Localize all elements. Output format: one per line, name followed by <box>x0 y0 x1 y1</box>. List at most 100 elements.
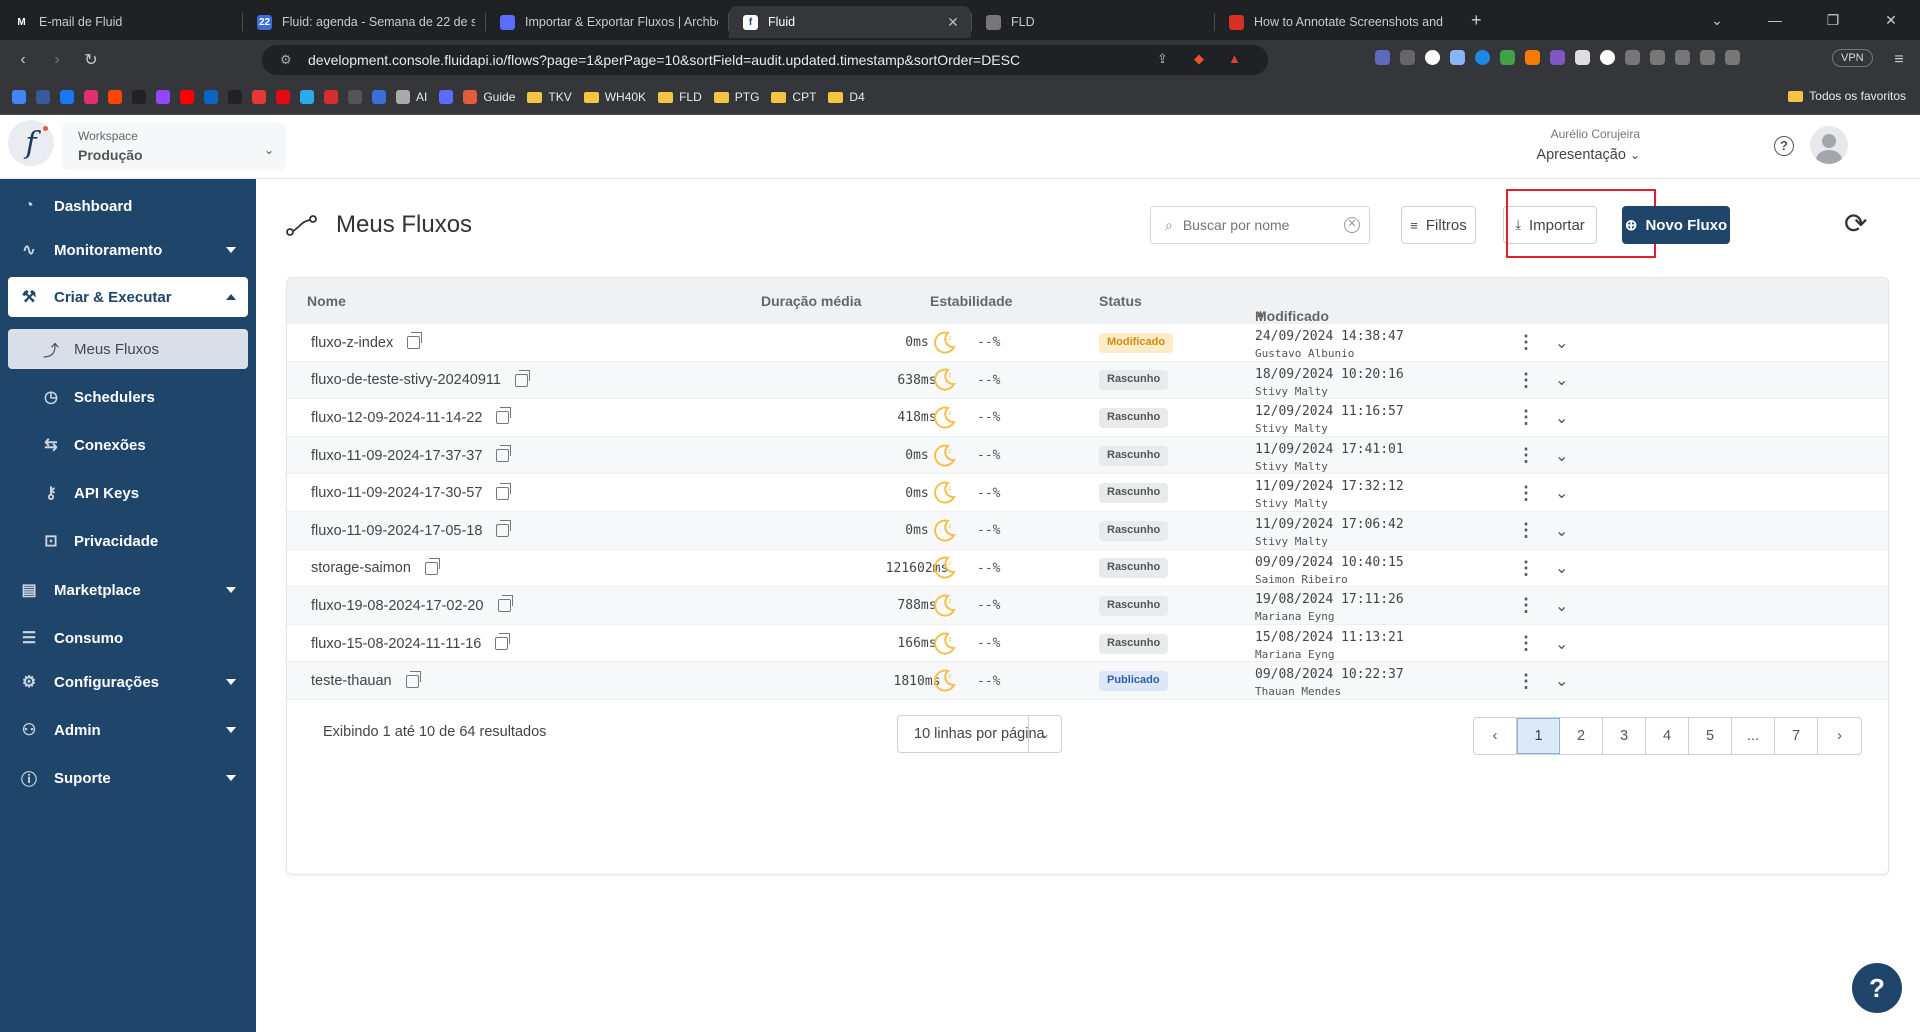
browser-tab[interactable]: How to Annotate Screenshots and I <box>1215 6 1457 38</box>
table-row[interactable]: teste-thauan 1810ms z --% Publicado 09/08/202… <box>287 662 1888 700</box>
table-row[interactable]: fluxo-11-09-2024-17-30-57 0ms z --% Rascunho… <box>287 474 1888 512</box>
table-row[interactable]: fluxo-de-teste-stivy-20240911 638ms z --% Ra… <box>287 361 1888 400</box>
bookmark-folder[interactable]: WH40K <box>583 90 646 104</box>
rows-per-page-select[interactable]: 10 linhas por página ⌄ <box>897 715 1062 753</box>
bookmark-item[interactable] <box>108 90 122 104</box>
more-options-icon[interactable]: ⋮ <box>1517 662 1535 700</box>
forward-icon[interactable]: › <box>46 51 68 69</box>
column-header-stability[interactable]: Estabilidade <box>930 293 1012 309</box>
all-bookmarks[interactable]: Todos os favoritos <box>1788 89 1906 103</box>
copy-icon[interactable] <box>496 482 512 500</box>
extension-icon[interactable] <box>1450 50 1465 65</box>
column-header-duration[interactable]: Duração média <box>761 293 861 309</box>
filters-button[interactable]: ≡ Filtros <box>1401 206 1476 244</box>
share-icon[interactable]: ⇪ <box>1157 51 1168 67</box>
bookmark-item[interactable] <box>252 90 266 104</box>
page-button[interactable]: 4 <box>1646 718 1689 754</box>
bookmark-item[interactable] <box>324 90 338 104</box>
copy-icon[interactable] <box>496 445 512 463</box>
bookmark-item[interactable] <box>36 90 50 104</box>
bookmark-item[interactable] <box>132 90 146 104</box>
table-row[interactable]: fluxo-15-08-2024-11-11-16 166ms z --% Rascun… <box>287 624 1888 663</box>
flow-name-link[interactable]: fluxo-19-08-2024-17-02-20 <box>311 598 484 614</box>
flow-name-link[interactable]: fluxo-11-09-2024-17-30-57 <box>311 485 482 501</box>
chevron-down-icon[interactable]: ⌄ <box>1555 512 1568 550</box>
user-menu[interactable]: Aurélio Corujeira Apresentação ⌄ <box>1536 127 1640 163</box>
sidebar-item-schedulers[interactable]: ◷ Schedulers <box>8 377 248 417</box>
wallet-icon[interactable] <box>1700 50 1715 65</box>
search-input[interactable]: ⌕ ✕ <box>1150 206 1370 244</box>
brave-shield-icon[interactable]: ◆ <box>1194 51 1204 67</box>
table-row[interactable]: fluxo-z-index 0ms z --% Modificado 24/09/2024… <box>287 324 1888 362</box>
chevron-down-icon[interactable]: ⌄ <box>1555 587 1568 625</box>
site-info-icon[interactable]: ⚙ <box>280 52 292 68</box>
new-flow-button[interactable]: ⊕ Novo Fluxo <box>1622 206 1730 244</box>
bookmark-folder[interactable]: D4 <box>828 90 865 104</box>
chevron-down-icon[interactable]: ⌄ <box>1555 625 1568 663</box>
flow-name-link[interactable]: fluxo-11-09-2024-17-37-37 <box>311 448 482 464</box>
bookmark-folder[interactable]: CPT <box>771 90 816 104</box>
copy-icon[interactable] <box>424 557 440 575</box>
extension-icon[interactable] <box>1550 50 1565 65</box>
browser-tab[interactable]: M E-mail de Fluid <box>0 6 242 38</box>
tab-search-icon[interactable]: ⌄ <box>1688 12 1746 29</box>
more-options-icon[interactable]: ⋮ <box>1517 625 1535 663</box>
more-options-icon[interactable]: ⋮ <box>1517 324 1535 362</box>
flow-name-link[interactable]: storage-saimon <box>311 560 411 576</box>
reload-icon[interactable]: ↻ <box>80 50 102 70</box>
table-row[interactable]: fluxo-11-09-2024-17-05-18 0ms z --% Rascunho… <box>287 512 1888 550</box>
more-options-icon[interactable]: ⋮ <box>1517 512 1535 550</box>
bookmark-item[interactable] <box>348 90 362 104</box>
copy-icon[interactable] <box>407 332 423 350</box>
more-options-icon[interactable]: ⋮ <box>1517 399 1535 437</box>
bookmark-item[interactable] <box>60 90 74 104</box>
flow-name-link[interactable]: teste-thauan <box>311 673 392 689</box>
restore-icon[interactable]: ❐ <box>1804 12 1862 29</box>
browser-tab[interactable]: FLD <box>972 6 1214 38</box>
leo-ai-icon[interactable] <box>1725 50 1740 65</box>
column-header-status[interactable]: Status <box>1099 293 1142 309</box>
chevron-down-icon[interactable]: ⌄ <box>1555 362 1568 400</box>
extensions-puzzle-icon[interactable] <box>1625 50 1640 65</box>
table-row[interactable]: fluxo-11-09-2024-17-37-37 0ms z --% Rascunho… <box>287 436 1888 475</box>
bookmark-item[interactable] <box>300 90 314 104</box>
table-row[interactable]: fluxo-19-08-2024-17-02-20 788ms z --% Rascun… <box>287 587 1888 625</box>
bookmark-item[interactable] <box>204 90 218 104</box>
copy-icon[interactable] <box>405 670 421 688</box>
copy-icon[interactable] <box>497 595 513 613</box>
bookmark-folder[interactable]: PTG <box>713 90 759 104</box>
flow-name-link[interactable]: fluxo-z-index <box>311 335 393 351</box>
flow-name-link[interactable]: fluxo-11-09-2024-17-05-18 <box>311 523 482 539</box>
fluid-logo[interactable]: f <box>8 120 54 166</box>
chevron-down-icon[interactable]: ⌄ <box>1555 550 1568 588</box>
refresh-icon[interactable]: ⟳ <box>1844 207 1867 240</box>
brave-rewards-icon[interactable]: ▲ <box>1228 51 1241 66</box>
browser-tab[interactable]: Importar & Exportar Fluxos | Archbe <box>486 6 728 38</box>
extension-icon[interactable] <box>1425 50 1440 65</box>
more-options-icon[interactable]: ⋮ <box>1517 437 1535 475</box>
workspace-selector[interactable]: Workspace Produção ⌄ <box>62 123 286 170</box>
help-icon[interactable]: ? <box>1774 136 1794 156</box>
avatar[interactable] <box>1810 126 1848 164</box>
back-icon[interactable]: ‹ <box>12 51 34 69</box>
column-header-name[interactable]: Nome <box>307 293 346 309</box>
extension-icon[interactable] <box>1475 50 1490 65</box>
extension-icon[interactable] <box>1600 50 1615 65</box>
copy-icon[interactable] <box>495 633 511 651</box>
bookmark-item[interactable] <box>156 90 170 104</box>
sidebar-item-meus-fluxos[interactable]: ⤴ Meus Fluxos <box>8 329 248 369</box>
browser-menu-icon[interactable]: ≡ <box>1888 51 1910 69</box>
help-chat-button[interactable]: ? <box>1852 963 1902 1013</box>
more-options-icon[interactable]: ⋮ <box>1517 587 1535 625</box>
downloads-icon[interactable] <box>1650 50 1665 65</box>
browser-tab[interactable]: 22 Fluid: agenda - Semana de 22 de se <box>243 6 485 38</box>
page-button[interactable]: 2 <box>1560 718 1603 754</box>
copy-icon[interactable] <box>514 369 530 387</box>
bookmark-item[interactable]: AI <box>396 90 427 104</box>
flow-name-link[interactable]: fluxo-de-teste-stivy-20240911 <box>311 372 501 388</box>
extension-icon[interactable] <box>1500 50 1515 65</box>
browser-tab[interactable]: f Fluid ✕ <box>729 6 971 38</box>
page-button[interactable]: 7 <box>1775 718 1818 754</box>
sidebar-item-conexoes[interactable]: ⇆ Conexões <box>8 425 248 465</box>
more-options-icon[interactable]: ⋮ <box>1517 474 1535 512</box>
